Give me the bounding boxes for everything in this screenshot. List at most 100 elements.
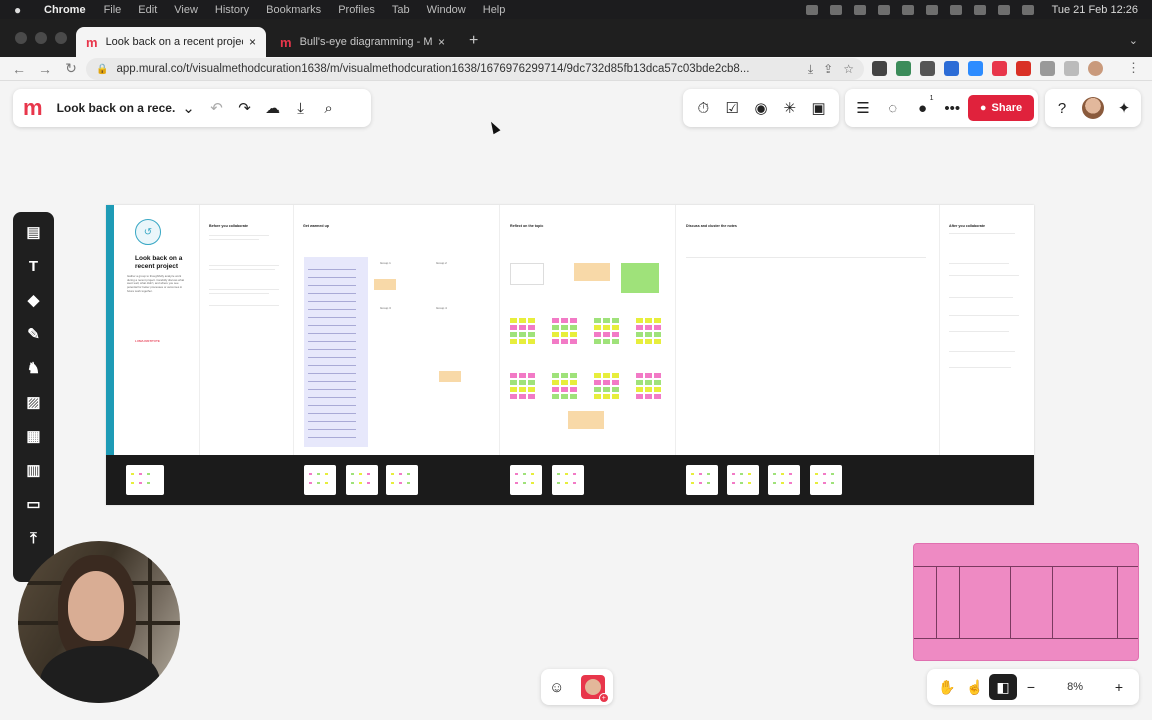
sticky-note[interactable] — [519, 325, 526, 330]
battery-icon[interactable] — [973, 4, 986, 15]
sticky-note[interactable] — [552, 339, 559, 344]
redo-icon[interactable]: ↷ — [231, 94, 259, 122]
wifi-icon[interactable] — [949, 4, 962, 15]
private-mode-icon[interactable]: ◉ — [747, 94, 775, 122]
menubar-bookmarks[interactable]: Bookmarks — [266, 4, 321, 16]
sticky-note[interactable] — [552, 325, 559, 330]
status-icon[interactable] — [853, 4, 866, 15]
zoom-window-button[interactable] — [55, 32, 67, 44]
sticky-note[interactable] — [654, 380, 661, 385]
status-icon[interactable] — [901, 4, 914, 15]
sticky-note[interactable] — [636, 339, 643, 344]
touch-tool-icon[interactable]: ☝ — [961, 674, 989, 700]
sticky-note[interactable] — [612, 380, 619, 385]
menubar-file[interactable]: File — [104, 4, 122, 16]
close-window-button[interactable] — [15, 32, 27, 44]
sticky-note[interactable] — [636, 394, 643, 399]
thumbnail-card[interactable] — [510, 465, 542, 495]
thumbnail-card[interactable] — [346, 465, 378, 495]
share-button[interactable]: ● Share — [968, 95, 1034, 121]
title-chevron-down-icon[interactable]: ⌄ — [175, 94, 203, 122]
tab-search-chevron-icon[interactable]: ⌄ — [1129, 34, 1138, 47]
sticky-note[interactable] — [519, 373, 526, 378]
sticky-note[interactable] — [570, 332, 577, 337]
menubar-history[interactable]: History — [215, 4, 249, 16]
sticky-note[interactable] — [552, 373, 559, 378]
thumbnail-card[interactable] — [386, 465, 418, 495]
sticky-note[interactable] — [570, 394, 577, 399]
sticky-note[interactable] — [561, 380, 568, 385]
sticky-note[interactable] — [645, 373, 652, 378]
sticky-note[interactable] — [528, 332, 535, 337]
cloud-save-icon[interactable]: ☁ — [259, 94, 287, 122]
user-avatar[interactable] — [1082, 97, 1104, 119]
voting-icon[interactable]: ☑ — [718, 94, 746, 122]
user-avatar-tile[interactable]: + — [580, 675, 609, 703]
timer-icon[interactable]: ⏱ — [689, 94, 717, 122]
sticky-note[interactable] — [519, 380, 526, 385]
help-icon[interactable]: ? — [1048, 94, 1076, 122]
new-tab-icon[interactable]: + — [469, 32, 478, 50]
sticky-note[interactable] — [570, 387, 577, 392]
url-text[interactable]: app.mural.co/t/visualmethodcuration1638/… — [116, 63, 797, 75]
templates-icon[interactable]: ▦ — [24, 426, 44, 446]
tab-bulls-eye[interactable]: m Bull's-eye diagramming - Mura × — [270, 27, 455, 57]
sticky-note[interactable] — [510, 373, 517, 378]
text-icon[interactable]: T — [24, 256, 44, 276]
extension-icon[interactable] — [992, 61, 1007, 76]
sticky-note[interactable] — [603, 373, 610, 378]
sticky-note[interactable] — [568, 411, 604, 429]
sticky-note[interactable] — [654, 387, 661, 392]
sticky-note[interactable] — [561, 318, 568, 323]
apple-icon[interactable]: ● — [14, 4, 26, 16]
forward-arrow-icon[interactable]: → — [38, 61, 52, 77]
pen-icon[interactable]: ✎ — [24, 324, 44, 344]
share-page-icon[interactable]: ⇪ — [823, 62, 833, 76]
collaborators-icon[interactable]: ● 1 — [909, 94, 937, 122]
zoom-out-icon[interactable]: − — [1017, 674, 1045, 700]
sticky-note[interactable] — [528, 339, 535, 344]
thumbnail-card[interactable] — [810, 465, 842, 495]
sticky-note[interactable] — [570, 380, 577, 385]
extension-icon[interactable] — [872, 61, 887, 76]
sticky-note[interactable] — [552, 380, 559, 385]
toolbox-icon[interactable]: ▣ — [805, 94, 833, 122]
sticky-note[interactable] — [636, 318, 643, 323]
sticky-note[interactable] — [645, 394, 652, 399]
menubar-window[interactable]: Window — [427, 4, 466, 16]
lock-icon[interactable]: 🔒 — [96, 64, 108, 75]
sticky-note[interactable] — [561, 325, 568, 330]
extension-icon[interactable] — [968, 61, 983, 76]
sticky-note[interactable] — [528, 380, 535, 385]
mural-title[interactable]: Look back on a rece... — [57, 101, 175, 115]
zoom-in-icon[interactable]: + — [1105, 674, 1133, 700]
more-options-icon[interactable]: ••• — [938, 94, 966, 122]
sticky-note[interactable] — [510, 394, 517, 399]
sticky-note[interactable] — [528, 387, 535, 392]
emoji-reaction-icon[interactable]: ☺ — [549, 679, 564, 696]
thumbnail-card[interactable] — [552, 465, 584, 495]
sticky-note[interactable] — [594, 373, 601, 378]
mural-elements-icon[interactable]: ▭ — [24, 494, 44, 514]
outline-icon[interactable]: ☰ — [849, 94, 877, 122]
mural-board[interactable]: ↺ Look back on a recent project Gather a… — [106, 205, 1034, 505]
sticky-note[interactable] — [561, 373, 568, 378]
control-center-icon[interactable] — [1021, 4, 1034, 15]
hand-tool-icon[interactable]: ✋ — [933, 674, 961, 700]
status-icon[interactable] — [805, 4, 818, 15]
menubar-edit[interactable]: Edit — [138, 4, 157, 16]
sticky-note[interactable] — [552, 387, 559, 392]
status-icon[interactable] — [829, 4, 842, 15]
thumbnail-card[interactable] — [686, 465, 718, 495]
status-icon[interactable] — [925, 4, 938, 15]
sticky-note[interactable] — [519, 394, 526, 399]
close-tab-icon[interactable]: × — [249, 35, 256, 49]
sticky-note[interactable] — [570, 325, 577, 330]
sticky-note[interactable] — [594, 380, 601, 385]
sticky-note[interactable] — [510, 387, 517, 392]
install-icon[interactable]: ⤓ — [808, 62, 813, 77]
reload-icon[interactable]: ↻ — [64, 60, 78, 77]
sticky-note[interactable] — [528, 318, 535, 323]
sticky-note[interactable] — [603, 387, 610, 392]
thumbnail-card[interactable] — [727, 465, 759, 495]
